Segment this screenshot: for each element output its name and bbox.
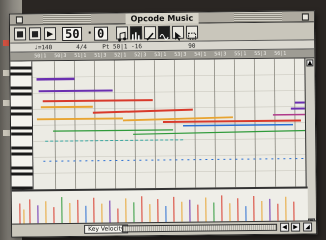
ruler-tick: 56|1 <box>274 50 287 57</box>
record-button[interactable]: ■ <box>13 27 27 41</box>
bottom-bar: Key Velocity ◀ ▶ ◢ <box>12 220 317 238</box>
note-grid[interactable] <box>32 58 308 190</box>
arrow-tool-icon[interactable] <box>171 25 185 41</box>
ruler-tick: 51|1 <box>74 52 87 59</box>
ruler-tick: 50|3 <box>54 53 67 60</box>
ruler-tick: 55|3 <box>254 50 267 58</box>
midi-note[interactable] <box>162 119 301 124</box>
beat-counter[interactable]: 0 <box>93 26 109 41</box>
ruler-tick: 51|3 <box>94 52 107 59</box>
midi-note[interactable] <box>42 99 153 103</box>
ruler-tick: 52|3 <box>134 52 147 59</box>
midi-note[interactable] <box>38 89 113 93</box>
tempo-readout[interactable]: ♩=140 <box>34 43 52 52</box>
ruler-tick: 53|3 <box>174 51 187 58</box>
zoom-box[interactable] <box>301 13 309 21</box>
scroll-right-arrow-icon[interactable]: ▶ <box>291 222 301 232</box>
wave-icon[interactable] <box>157 25 171 40</box>
resize-handle-icon[interactable]: ◢ <box>303 222 313 232</box>
scroll-left-arrow-icon[interactable]: ◀ <box>280 222 290 232</box>
midi-note[interactable] <box>183 123 294 127</box>
horizontal-scrollbar[interactable] <box>122 223 278 233</box>
midi-note[interactable] <box>36 117 123 121</box>
ruler-tick: 54|3 <box>214 51 227 58</box>
close-box[interactable] <box>15 16 23 24</box>
midi-note[interactable] <box>40 105 93 109</box>
midi-note[interactable] <box>92 108 193 114</box>
pencil-icon[interactable] <box>143 26 157 41</box>
piano-keyboard[interactable] <box>10 61 34 190</box>
bars-icon[interactable] <box>129 26 143 41</box>
marquee-tool-icon[interactable] <box>185 25 199 40</box>
scroll-up-arrow-icon[interactable]: ▲ <box>306 59 314 67</box>
note-icon[interactable] <box>115 26 129 42</box>
note-grid-canvas <box>32 58 308 190</box>
ruler-tick: 54|1 <box>194 51 207 58</box>
midi-note[interactable] <box>122 116 233 122</box>
measure-counter[interactable]: 50 <box>61 26 83 42</box>
play-button[interactable]: ▶ <box>43 27 57 41</box>
counter-separator: · <box>85 25 94 40</box>
ruler-tick: 52|1 <box>114 52 127 59</box>
time-signature-readout[interactable]: 4/4 <box>76 43 87 52</box>
stop-button[interactable]: ■ <box>28 27 42 41</box>
window-title: Opcode Music <box>125 12 199 25</box>
ruler-tick: 53|1 <box>154 51 167 59</box>
ruler-tick: 50|1 <box>34 53 47 60</box>
zoom-readout[interactable]: 90 <box>188 42 195 51</box>
ruler-tick: 55|1 <box>234 51 247 58</box>
midi-note[interactable] <box>133 129 308 135</box>
piano-roll-window: Opcode Music ■ ■ ▶ 50 · 0 ♩=140 4/4 Pt 5… <box>8 10 318 238</box>
velocity-lane[interactable] <box>11 186 309 224</box>
position-readout[interactable]: Pt 50|1 -16 <box>102 42 142 51</box>
